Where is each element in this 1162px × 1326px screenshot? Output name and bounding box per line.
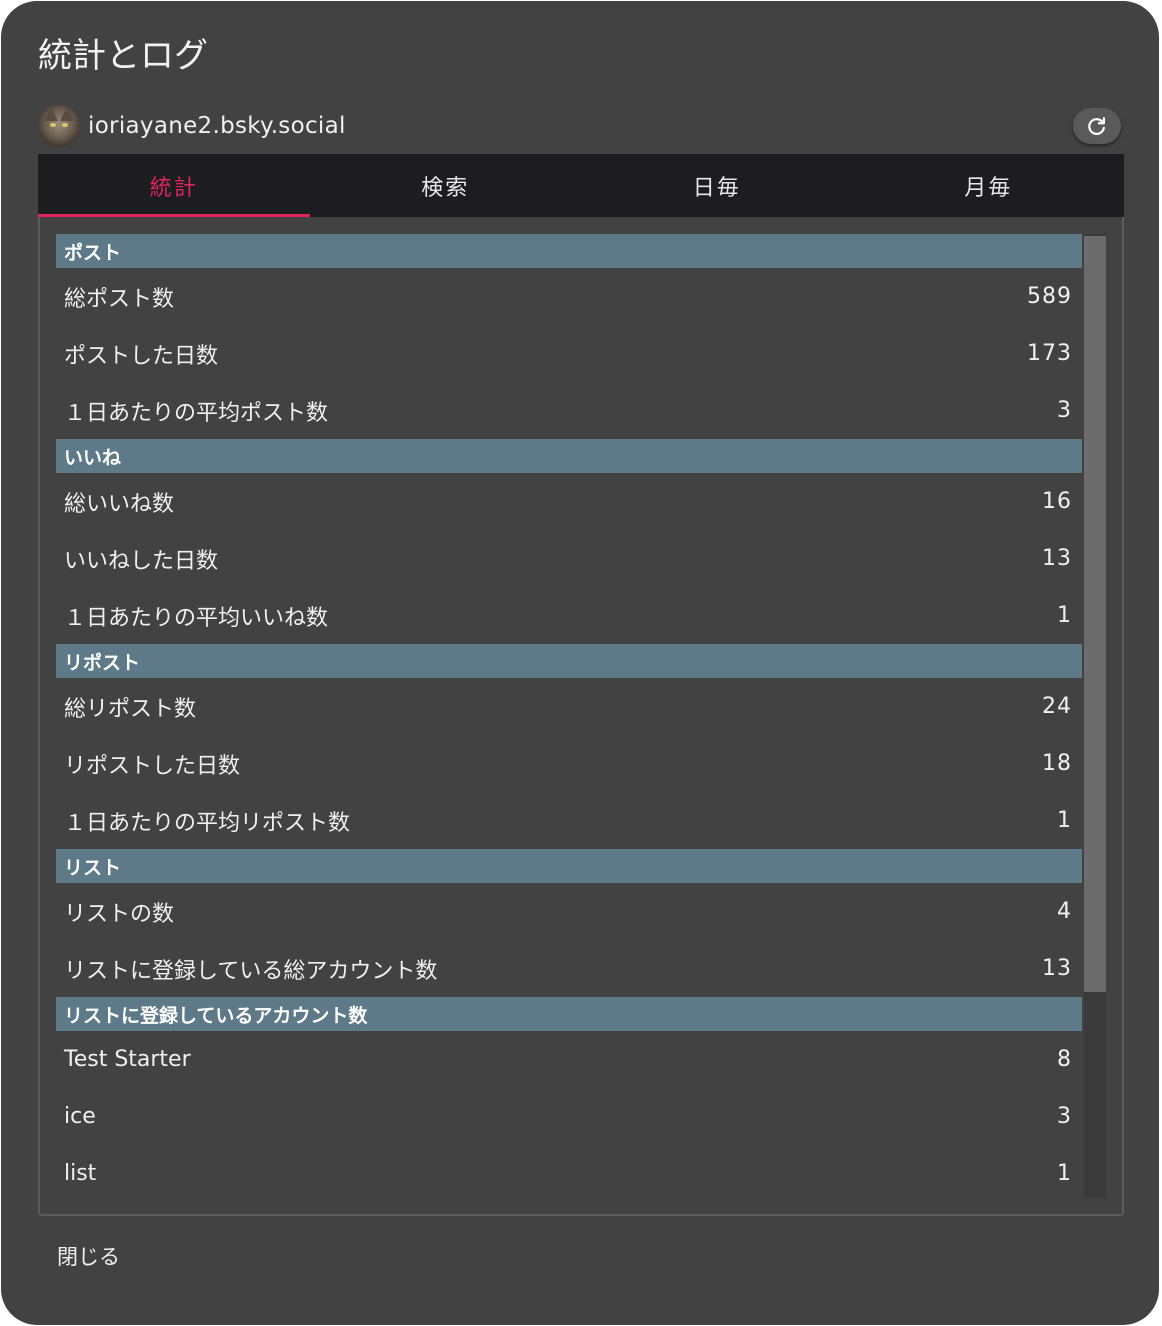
- stat-label: Test Starter: [64, 1047, 191, 1072]
- stat-row: いいねした日数 13: [56, 530, 1082, 587]
- stats-panel: ポスト 総ポスト数 589 ポストした日数 173 １日あたりの平均ポスト数 3…: [38, 217, 1124, 1216]
- stat-label: 総いいね数: [64, 491, 175, 517]
- stat-row: list 1: [56, 1145, 1082, 1202]
- cat-avatar: [38, 105, 80, 147]
- tab-monthly[interactable]: 月毎: [853, 154, 1125, 217]
- stats-dialog: 統計とログ ioriayane2.bsky.social 統計 検索 日毎 月毎…: [1, 1, 1159, 1325]
- stat-row: １日あたりの平均リポスト数 1: [56, 792, 1082, 849]
- stat-label: リポストした日数: [64, 753, 241, 779]
- section-header-lists: リスト: [56, 849, 1082, 883]
- stat-label: いいねした日数: [64, 548, 219, 574]
- tab-bar: 統計 検索 日毎 月毎: [38, 154, 1124, 217]
- close-button[interactable]: 閉じる: [57, 1241, 120, 1271]
- stat-row: 総ポスト数 589: [56, 268, 1082, 325]
- stat-label: list: [64, 1161, 97, 1186]
- scrollbar-thumb[interactable]: [1084, 236, 1106, 992]
- stat-label: 総リポスト数: [64, 696, 197, 722]
- stat-row: 総リポスト数 24: [56, 678, 1082, 735]
- scrollbar[interactable]: [1084, 234, 1106, 1198]
- section-header-reposts: リポスト: [56, 644, 1082, 678]
- account-handle: ioriayane2.bsky.social: [88, 113, 346, 139]
- stat-label: １日あたりの平均ポスト数: [64, 400, 329, 426]
- stat-value: 13: [1042, 956, 1072, 981]
- tab-search[interactable]: 検索: [310, 154, 582, 217]
- stat-row: リストの数 4: [56, 883, 1082, 940]
- stat-value: 8: [1057, 1047, 1072, 1072]
- stat-value: 4: [1057, 899, 1072, 924]
- refresh-button[interactable]: [1073, 108, 1121, 144]
- stat-value: 1: [1057, 808, 1072, 833]
- tab-stats[interactable]: 統計: [38, 154, 310, 217]
- stat-row: １日あたりの平均ポスト数 3: [56, 382, 1082, 439]
- stat-value: 1: [1057, 603, 1072, 628]
- stat-value: 3: [1057, 1104, 1072, 1129]
- stat-value: 18: [1042, 751, 1072, 776]
- stat-label: リストの数: [64, 901, 175, 927]
- tab-daily[interactable]: 日毎: [581, 154, 853, 217]
- stat-label: 総ポスト数: [64, 286, 175, 312]
- stat-row: １日あたりの平均いいね数 1: [56, 587, 1082, 644]
- stat-row: ポストした日数 173: [56, 325, 1082, 382]
- stat-label: ice: [64, 1104, 96, 1129]
- stat-value: 1: [1057, 1161, 1072, 1186]
- stat-label: ポストした日数: [64, 343, 219, 369]
- stats-list: ポスト 総ポスト数 589 ポストした日数 173 １日あたりの平均ポスト数 3…: [56, 234, 1082, 1202]
- section-header-posts: ポスト: [56, 234, 1082, 268]
- stat-value: 16: [1042, 489, 1072, 514]
- stat-row: リストに登録している総アカウント数 13: [56, 940, 1082, 997]
- account-info: ioriayane2.bsky.social: [38, 105, 346, 147]
- stat-row: ice 3: [56, 1088, 1082, 1145]
- stat-value: 3: [1057, 398, 1072, 423]
- stat-label: １日あたりの平均リポスト数: [64, 810, 351, 836]
- stat-row: Test Starter 8: [56, 1031, 1082, 1088]
- stat-label: １日あたりの平均いいね数: [64, 605, 329, 631]
- dialog-title: 統計とログ: [38, 36, 208, 76]
- refresh-icon: [1088, 117, 1105, 135]
- stat-value: 173: [1027, 341, 1072, 366]
- stat-row: 総いいね数 16: [56, 473, 1082, 530]
- stat-value: 24: [1042, 694, 1072, 719]
- section-header-likes: いいね: [56, 439, 1082, 473]
- section-header-list-accounts: リストに登録しているアカウント数: [56, 997, 1082, 1031]
- stat-label: リストに登録している総アカウント数: [64, 958, 438, 984]
- stat-row: リポストした日数 18: [56, 735, 1082, 792]
- stat-value: 13: [1042, 546, 1072, 571]
- stat-value: 589: [1027, 284, 1072, 309]
